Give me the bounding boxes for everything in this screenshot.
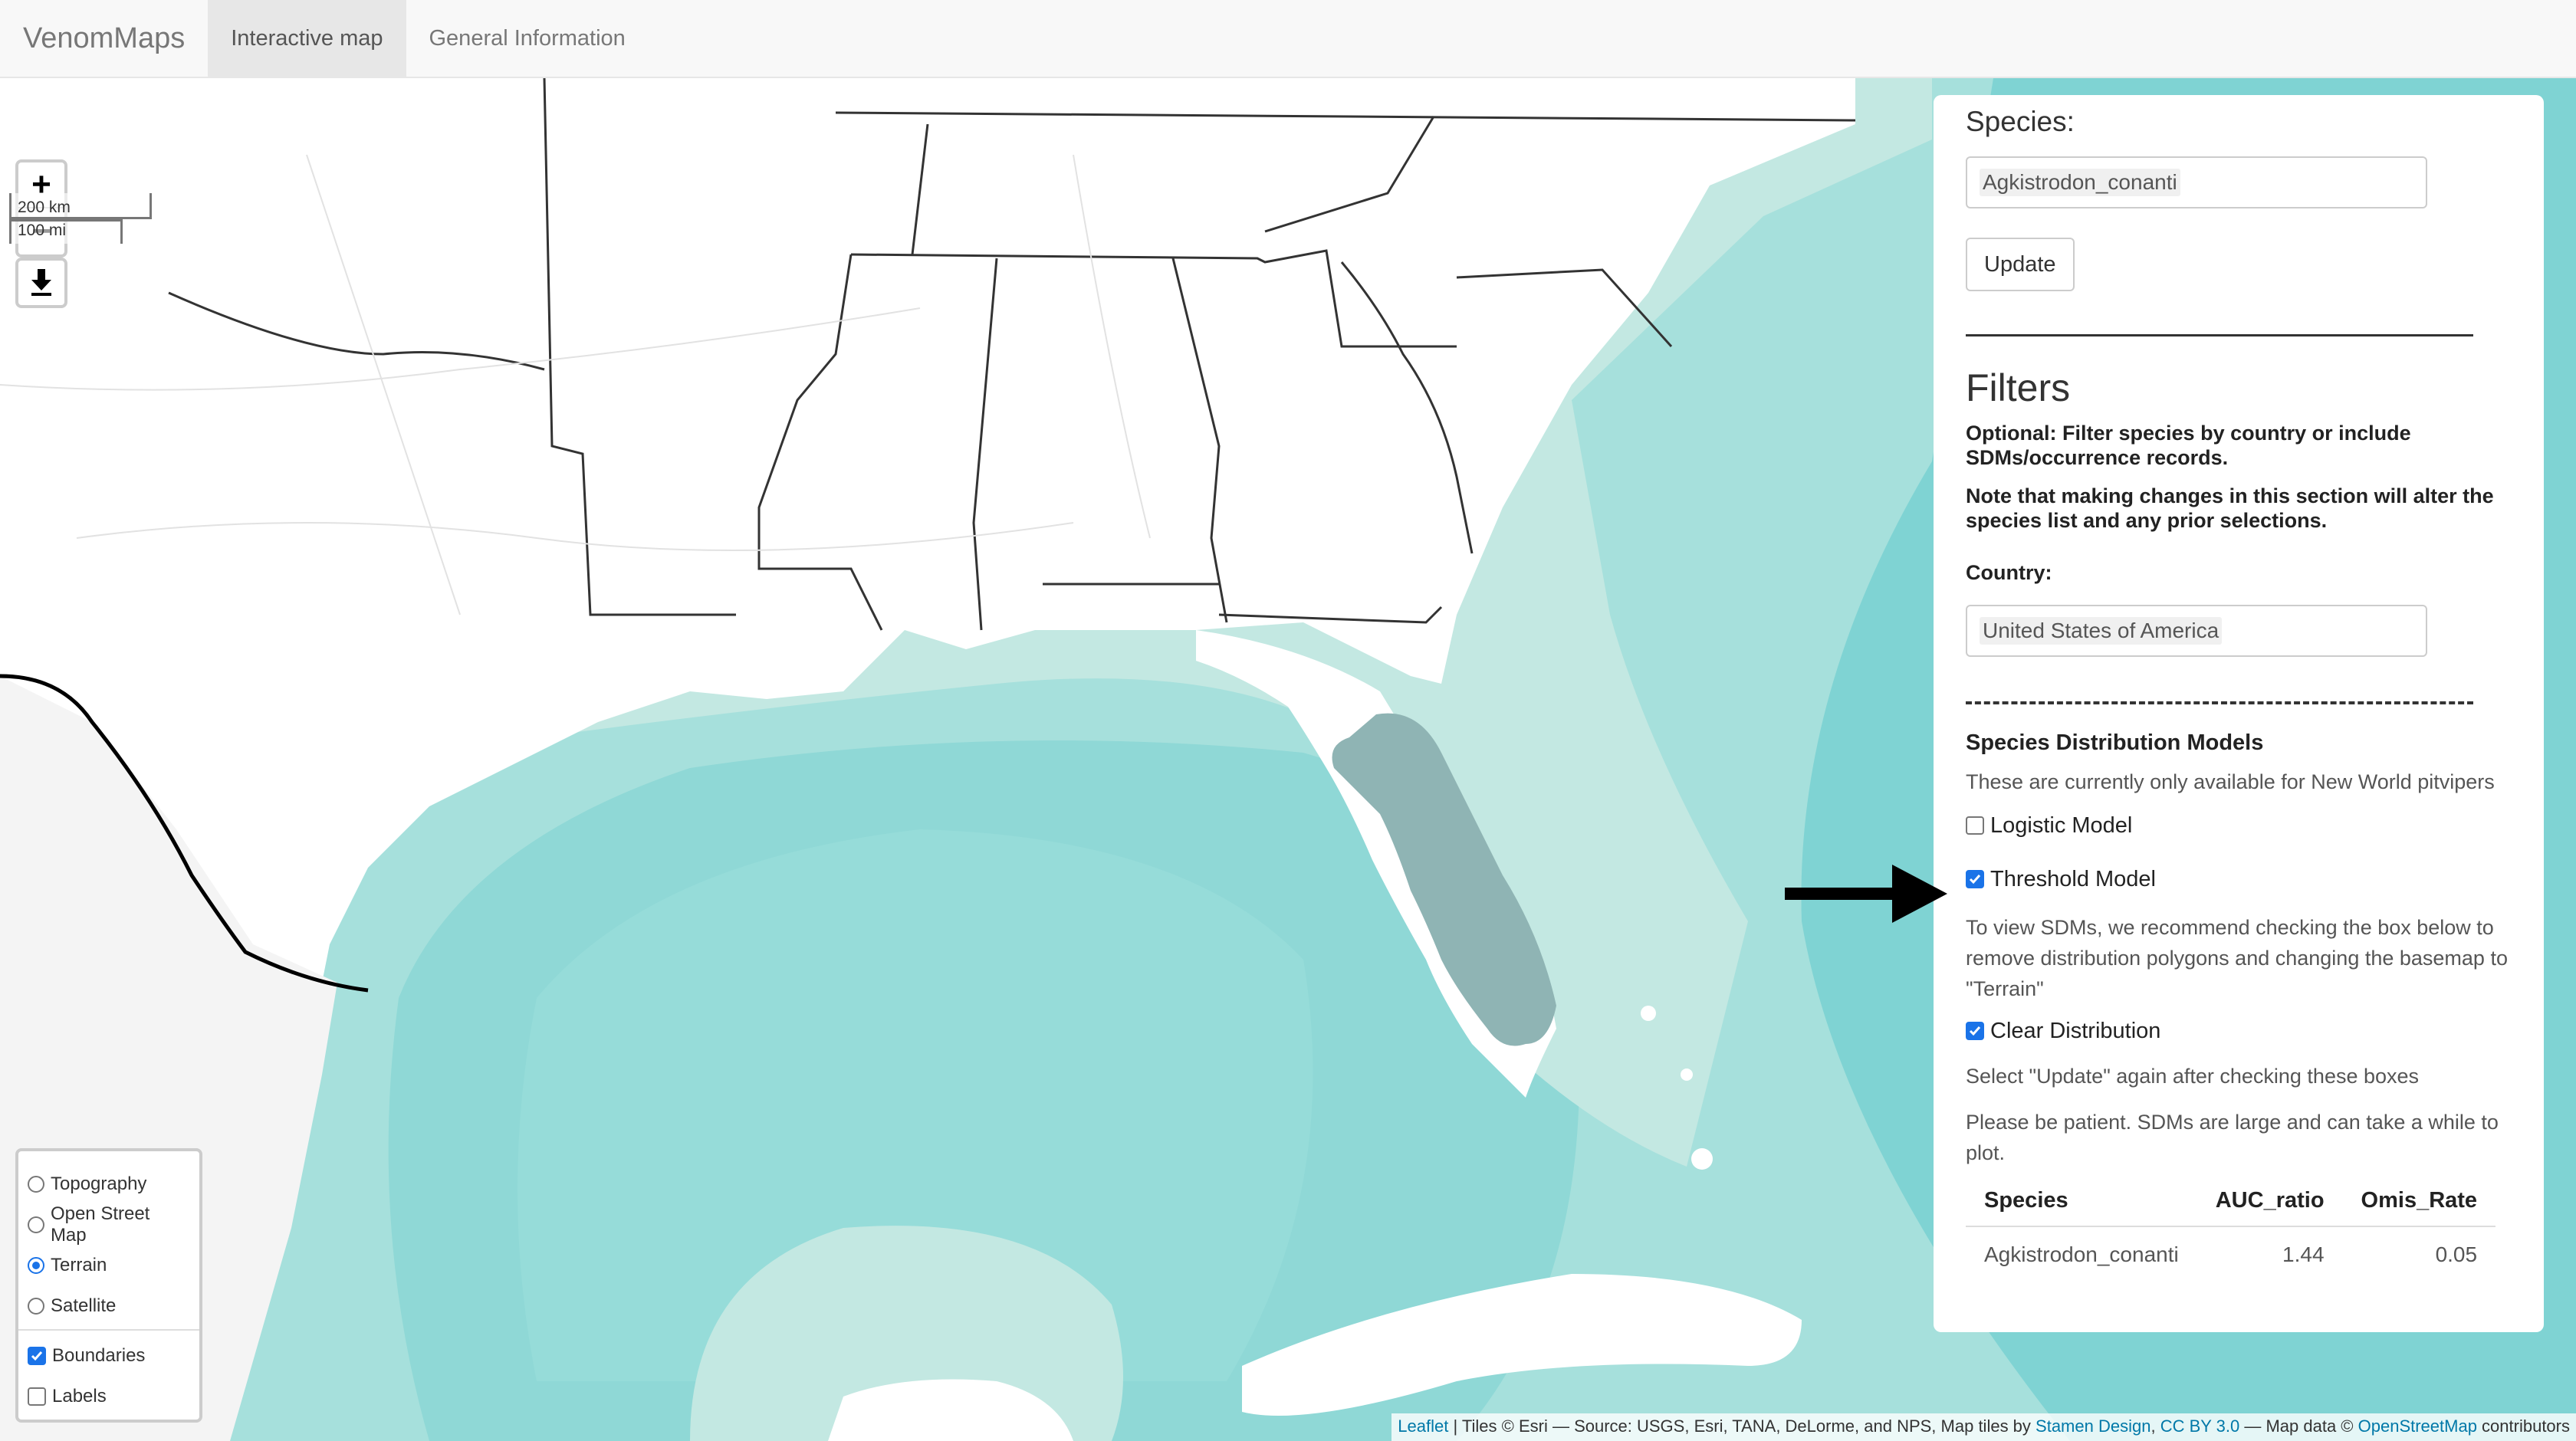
country-select[interactable]: United States of America xyxy=(1966,605,2427,657)
threshold-model-option[interactable]: Threshold Model xyxy=(1966,852,2512,906)
attribution-mapdata: — Map data © xyxy=(2239,1416,2358,1436)
download-button[interactable] xyxy=(15,258,67,308)
layers-control: Topography Open Street Map Terrain Satel… xyxy=(15,1148,202,1423)
overlay-label: Labels xyxy=(52,1385,107,1407)
sdm-heading: Species Distribution Models xyxy=(1966,730,2264,755)
basemap-option-satellite[interactable]: Satellite xyxy=(28,1285,190,1326)
species-select[interactable]: Agkistrodon_conanti xyxy=(1966,156,2427,208)
osm-link[interactable]: OpenStreetMap xyxy=(2358,1416,2477,1436)
clear-distribution-label: Clear Distribution xyxy=(1990,1018,2161,1043)
col-auc-ratio: AUC_ratio xyxy=(2196,1176,2343,1227)
radio-open-street-map[interactable] xyxy=(28,1216,44,1233)
update-button[interactable]: Update xyxy=(1966,238,2075,291)
tab-interactive-map[interactable]: Interactive map xyxy=(208,0,406,77)
threshold-model-label: Threshold Model xyxy=(1990,866,2156,891)
attribution-contrib: contributors xyxy=(2476,1416,2570,1436)
radio-satellite[interactable] xyxy=(28,1297,44,1315)
app-brand[interactable]: VenomMaps xyxy=(0,0,208,77)
sdm-stats-table: Species AUC_ratio Omis_Rate Agkistrodon_… xyxy=(1966,1176,2496,1282)
filters-note-optional: Optional: Filter species by country or i… xyxy=(1966,422,2411,469)
logistic-model-label: Logistic Model xyxy=(1990,812,2133,838)
cell-omis-rate: 0.05 xyxy=(2435,1242,2478,1266)
basemap-label: Terrain xyxy=(51,1254,107,1275)
checkbox-labels[interactable] xyxy=(28,1387,46,1406)
map-attribution: Leaflet | Tiles © Esri — Source: USGS, E… xyxy=(1392,1413,2576,1441)
clear-distribution-option[interactable]: Clear Distribution xyxy=(1966,1004,2512,1058)
filters-heading: Filters xyxy=(1966,366,2071,409)
scale-bar-km: 200 km xyxy=(9,193,152,219)
basemap-option-terrain[interactable]: Terrain xyxy=(28,1245,190,1285)
country-selected-value: United States of America xyxy=(1980,617,2223,645)
radio-terrain[interactable] xyxy=(28,1256,44,1274)
checkbox-threshold-model[interactable] xyxy=(1966,870,1984,888)
species-label: Species: xyxy=(1966,106,2075,137)
basemap-option-open-street-map[interactable]: Open Street Map xyxy=(28,1203,190,1246)
checkbox-boundaries[interactable] xyxy=(28,1346,46,1365)
sdm-recommendation: To view SDMs, we recommend checking the … xyxy=(1966,916,2508,1000)
annotation-arrow-icon xyxy=(1785,865,1947,923)
logistic-model-option[interactable]: Logistic Model xyxy=(1966,799,2512,852)
checkbox-logistic-model[interactable] xyxy=(1966,816,1984,835)
overlay-label: Boundaries xyxy=(52,1344,146,1366)
section-divider xyxy=(1966,334,2473,336)
species-selected-value: Agkistrodon_conanti xyxy=(1980,169,2180,196)
basemap-label: Satellite xyxy=(51,1295,117,1316)
table-row: Agkistrodon_conanti 1.44 0.05 xyxy=(1966,1226,2496,1282)
leaflet-link[interactable]: Leaflet xyxy=(1398,1416,1448,1436)
layers-separator xyxy=(18,1329,199,1331)
stamen-link[interactable]: Stamen Design xyxy=(2036,1416,2150,1436)
scale-bar-mi: 100 mi xyxy=(9,219,123,244)
filters-note-warning: Note that making changes in this section… xyxy=(1966,484,2494,532)
check-icon xyxy=(1969,1026,1981,1036)
cell-auc-ratio: 1.44 xyxy=(2282,1242,2325,1266)
basemap-label: Open Street Map xyxy=(50,1203,150,1246)
tab-general-information[interactable]: General Information xyxy=(406,0,649,77)
attribution-text: | Tiles © Esri — Source: USGS, Esri, TAN… xyxy=(1448,1416,2036,1436)
overlay-option-labels[interactable]: Labels xyxy=(28,1376,190,1416)
basemap-option-topography[interactable]: Topography xyxy=(28,1164,190,1204)
col-species: Species xyxy=(1966,1176,2197,1227)
patience-note: Please be patient. SDMs are large and ca… xyxy=(1966,1111,2499,1164)
top-navbar: VenomMaps Interactive map General Inform… xyxy=(0,0,2576,78)
attribution-sep: , xyxy=(2150,1416,2160,1436)
country-label: Country: xyxy=(1966,561,2052,584)
checkbox-clear-distribution[interactable] xyxy=(1966,1022,1984,1040)
ccby-link[interactable]: CC BY 3.0 xyxy=(2160,1416,2240,1436)
control-panel: Species: Agkistrodon_conanti Update Filt… xyxy=(1934,95,2544,1332)
basemap-label: Topography xyxy=(51,1173,147,1194)
sdm-availability-note: These are currently only available for N… xyxy=(1966,770,2495,793)
table-header-row: Species AUC_ratio Omis_Rate xyxy=(1966,1176,2496,1227)
download-icon xyxy=(31,269,51,296)
check-icon xyxy=(1969,875,1981,885)
update-again-note: Select "Update" again after checking the… xyxy=(1966,1065,2420,1088)
col-omis-rate: Omis_Rate xyxy=(2342,1176,2496,1227)
check-icon xyxy=(31,1351,43,1361)
radio-topography[interactable] xyxy=(28,1175,44,1193)
cell-species: Agkistrodon_conanti xyxy=(1984,1242,2179,1266)
overlay-option-boundaries[interactable]: Boundaries xyxy=(28,1335,190,1376)
dashed-divider xyxy=(1966,701,2473,704)
